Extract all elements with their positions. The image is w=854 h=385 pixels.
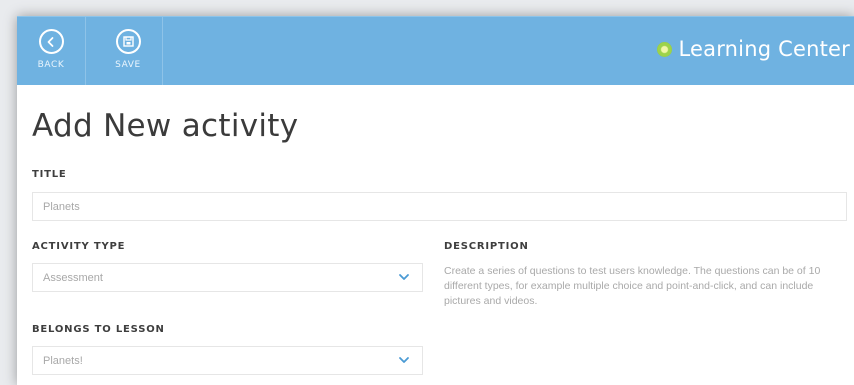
save-label: SAVE [115,60,141,70]
back-icon [38,29,64,54]
lesson-label: BELONGS TO LESSON [32,324,165,335]
activity-type-select[interactable]: Assessment [32,263,423,292]
chevron-down-icon [399,357,409,363]
app-window: BACK SAVE Learning Center Add New activi… [17,16,854,385]
learning-center-logo-icon [657,41,673,57]
toolbar-divider [162,17,163,85]
toolbar-divider [85,17,86,85]
description-label: DESCRIPTION [444,241,529,252]
save-icon [115,29,141,54]
title-field[interactable] [32,192,847,221]
top-toolbar: BACK SAVE Learning Center [17,16,854,85]
save-button[interactable]: SAVE [106,29,150,79]
title-input[interactable] [43,200,846,213]
back-label: BACK [37,60,65,70]
back-button[interactable]: BACK [29,29,73,79]
page-title: Add New activity [32,108,299,144]
lesson-value: Planets! [43,354,83,367]
brand-name: Learning Center [678,37,850,61]
brand: Learning Center [657,37,850,61]
activity-type-value: Assessment [43,271,103,284]
description-text: Create a series of questions to test use… [444,265,821,307]
lesson-select[interactable]: Planets! [32,346,423,375]
activity-type-label: ACTIVITY TYPE [32,241,126,252]
title-label: TITLE [32,169,67,180]
chevron-down-icon [399,274,409,280]
